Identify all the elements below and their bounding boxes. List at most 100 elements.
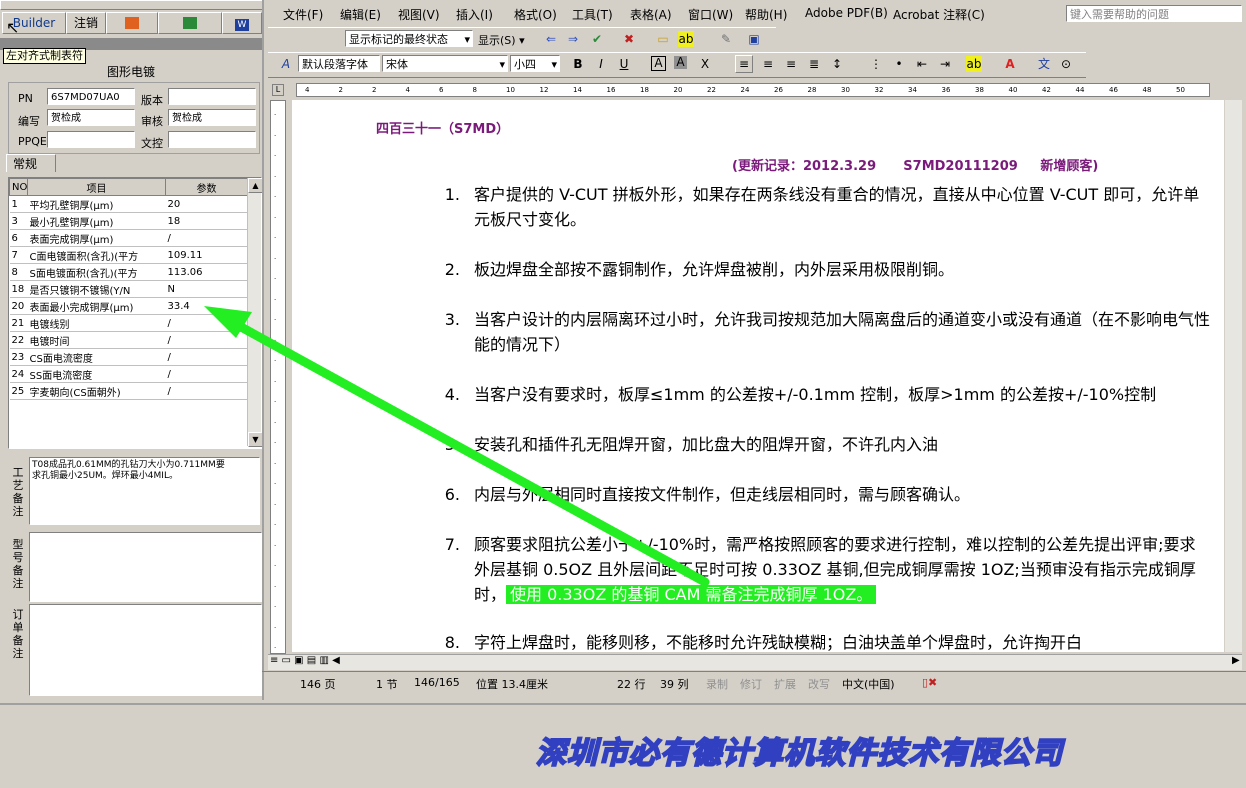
phonetic-guide-icon[interactable]: 文 [1036, 56, 1052, 72]
cell-param[interactable]: / [165, 314, 248, 332]
cell-no[interactable]: 7 [9, 246, 28, 264]
markup-display-dropdown[interactable]: 显示标记的最终状态 ▾ [345, 30, 473, 47]
menu-item-2[interactable]: 视图(V) [398, 6, 440, 23]
numbering-icon[interactable]: ⋮ [868, 56, 884, 72]
spelling-status-icon[interactable]: ▯✖ [922, 676, 937, 689]
scroll-up-icon[interactable]: ▲ [248, 178, 263, 193]
menu-item-4[interactable]: 格式(O) [514, 6, 557, 23]
cell-item[interactable]: 平均孔壁铜厚(μm) [27, 195, 166, 213]
table-row[interactable]: 24 SS面电流密度 / [9, 365, 248, 383]
cell-no[interactable]: 8 [9, 263, 28, 281]
pn-field[interactable]: 6S7MD07UA0 [47, 88, 135, 105]
table-row[interactable]: 21 电镀线别 / [9, 314, 248, 332]
cell-item[interactable]: S面电镀面积(含孔)(平方 [27, 263, 166, 281]
list-item[interactable]: 安装孔和插件孔无阻焊开窗，加比盘大的阻焊开窗，不许孔内入油 [474, 432, 1210, 457]
status-ext[interactable]: 扩展 [774, 676, 796, 692]
cell-no[interactable]: 6 [9, 229, 28, 247]
cell-param[interactable]: 109.11 [165, 246, 248, 264]
table-row[interactable]: 1 平均孔壁铜厚(μm) 20 [9, 195, 248, 213]
status-trk[interactable]: 修订 [740, 676, 762, 692]
table-row[interactable]: 22 电镀时间 / [9, 331, 248, 349]
doc-vertical-scrollbar[interactable] [1225, 100, 1242, 652]
cell-param[interactable]: 33.4 [165, 297, 248, 315]
cell-param[interactable]: / [165, 382, 248, 400]
cell-no[interactable]: 1 [9, 195, 28, 213]
list-item[interactable]: 客户提供的 V-CUT 拼板外形，如果存在两条线没有重合的情况，直接从中心位置 … [474, 182, 1210, 232]
list-item[interactable]: 顾客要求阻抗公差小于+/-10%时，需严格按照顾客的要求进行控制，难以控制的公差… [474, 532, 1210, 607]
cell-item[interactable]: C面电镀面积(含孔)(平方 [27, 246, 166, 264]
excel-icon[interactable] [158, 12, 222, 34]
cell-no[interactable]: 20 [9, 297, 28, 315]
accept-change-icon[interactable]: ✔ [589, 31, 605, 47]
reject-change-icon[interactable]: ✖ [621, 31, 637, 47]
table-row[interactable]: 6 表面完成铜厚(μm) / [9, 229, 248, 247]
cell-param[interactable]: N [165, 280, 248, 298]
list-item[interactable]: 当客户设计的内层隔离环过小时，允许我司按规范加大隔离盘后的通道变小或没有通道（在… [474, 307, 1210, 357]
review-field[interactable]: 贺检成 [168, 109, 256, 126]
cell-item[interactable]: 字麦朝向(CS面朝外) [27, 382, 166, 400]
font-dropdown[interactable]: 宋体 ▾ [382, 55, 508, 72]
underline-icon[interactable]: U [616, 56, 632, 72]
cell-param[interactable]: 20 [165, 195, 248, 213]
cell-item[interactable]: 电镀时间 [27, 331, 166, 349]
cell-no[interactable]: 21 [9, 314, 28, 332]
bullets-icon[interactable]: • [891, 56, 907, 72]
table-row[interactable]: 3 最小孔壁铜厚(μm) 18 [9, 212, 248, 230]
tab-general[interactable]: 常规 [6, 154, 56, 172]
increase-indent-icon[interactable]: ⇥ [937, 56, 953, 72]
show-button[interactable]: 显示(S) ▾ [478, 32, 525, 48]
author-field[interactable]: 贺检成 [47, 109, 135, 126]
text-highlight-icon[interactable]: ab [966, 56, 982, 72]
process-note-field[interactable]: T08成品孔0.61MM的孔钻刀大小为0.711MM要求孔铜最小25UM。焊环最… [29, 457, 260, 525]
col-header-item[interactable]: 项目 [27, 178, 166, 196]
scroll-right-icon[interactable]: ▶ [1232, 655, 1240, 666]
order-note-field[interactable] [29, 604, 262, 696]
list-item[interactable]: 当客户没有要求时，板厚≤1mm 的公差按+/-0.1mm 控制，板厚>1mm 的… [474, 382, 1210, 407]
bold-icon[interactable]: B [570, 56, 586, 72]
menu-item-7[interactable]: 窗口(W) [688, 6, 733, 23]
scroll-down-icon[interactable]: ▼ [248, 432, 263, 447]
font-color-icon[interactable]: A [1002, 56, 1018, 72]
char-shading-icon[interactable]: A [674, 56, 687, 69]
justify-icon[interactable]: ≣ [806, 56, 822, 72]
cell-no[interactable]: 22 [9, 331, 28, 349]
menu-item-10[interactable]: Acrobat 注释(C) [893, 6, 985, 23]
powerpoint-icon[interactable] [106, 12, 158, 34]
horizontal-ruler[interactable]: 4 2 2 4 6 8 10 12 14 16 18 20 22 24 26 28 30 32 34 36 38 40 42… [296, 83, 1210, 97]
table-row[interactable]: 23 CS面电流密度 / [9, 348, 248, 366]
list-item[interactable]: 字符上焊盘时，能移则移，不能移时允许残缺模糊；白油块盖单个焊盘时，允许掏开白 [474, 630, 1210, 652]
table-row[interactable]: 8 S面电镀面积(含孔)(平方 113.06 [9, 263, 248, 281]
list-item[interactable]: 板边焊盘全部按不露铜制作，允许焊盘被削，内外层采用极限削铜。 [474, 257, 1210, 282]
menu-item-5[interactable]: 工具(T) [572, 6, 613, 23]
reviewing-pane-icon[interactable]: ▣ [746, 31, 762, 47]
table-row[interactable]: 25 字麦朝向(CS面朝外) / [9, 382, 248, 400]
cell-item[interactable]: SS面电流密度 [27, 365, 166, 383]
table-row[interactable]: 20 表面最小完成铜厚(μm) 33.4 [9, 297, 248, 315]
model-note-field[interactable] [29, 532, 262, 602]
cancel-button[interactable]: 注销 [66, 12, 106, 34]
style-dropdown[interactable]: 默认段落字体 [298, 55, 380, 72]
table-row[interactable]: 7 C面电镀面积(含孔)(平方 109.11 [9, 246, 248, 264]
cell-param[interactable]: 18 [165, 212, 248, 230]
cell-param[interactable]: 113.06 [165, 263, 248, 281]
view-buttons[interactable]: ≡ ▭ ▣ ▤ ▥ ◀ [270, 655, 340, 666]
cell-item[interactable]: 表面完成铜厚(μm) [27, 229, 166, 247]
align-right-icon[interactable]: ≡ [783, 56, 799, 72]
cell-item[interactable]: 电镀线别 [27, 314, 166, 332]
cell-item[interactable]: 最小孔壁铜厚(μm) [27, 212, 166, 230]
menu-item-0[interactable]: 文件(F) [283, 6, 323, 23]
decrease-indent-icon[interactable]: ⇤ [914, 56, 930, 72]
font-size-dropdown[interactable]: 小四 ▾ [510, 55, 560, 72]
col-header-no[interactable]: NO [9, 178, 28, 196]
previous-change-icon[interactable]: ⇐ [543, 31, 559, 47]
table-row[interactable]: 18 是否只镀铜不镀锡(Y/N N [9, 280, 248, 298]
new-comment-icon[interactable]: ▭ [655, 31, 671, 47]
cell-no[interactable]: 25 [9, 382, 28, 400]
vertical-ruler[interactable]: · · · · · · · · · · · · · · · · · · · · · · · · · · · [270, 100, 286, 654]
align-left-icon[interactable]: ≡ [735, 55, 753, 73]
cell-item[interactable]: 是否只镀铜不镀锡(Y/N [27, 280, 166, 298]
menu-item-3[interactable]: 插入(I) [456, 6, 493, 23]
doc-horizontal-scrollbar[interactable] [268, 654, 1242, 670]
ppqe-field[interactable] [47, 131, 135, 148]
cell-param[interactable]: / [165, 229, 248, 247]
